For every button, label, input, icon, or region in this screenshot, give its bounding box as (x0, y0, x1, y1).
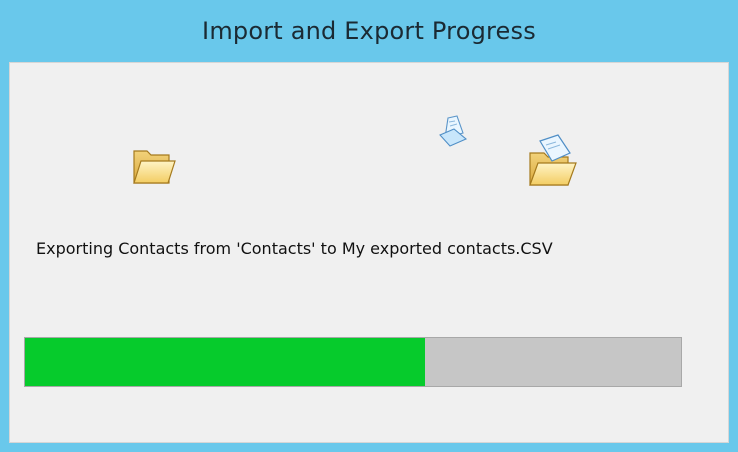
status-message: Exporting Contacts from 'Contacts' to My… (36, 239, 553, 258)
open-folder-document-icon (529, 134, 577, 186)
window-title: Import and Export Progress (202, 17, 536, 45)
title-bar[interactable]: Import and Export Progress (0, 0, 738, 62)
progress-fill (25, 338, 426, 386)
folder-icon (133, 150, 176, 184)
progress-dialog: Import and Export Progress Exporting Con… (0, 0, 738, 452)
dialog-content: Exporting Contacts from 'Contacts' to My… (9, 62, 729, 443)
document-icon (439, 115, 468, 147)
progress-bar (24, 337, 682, 387)
